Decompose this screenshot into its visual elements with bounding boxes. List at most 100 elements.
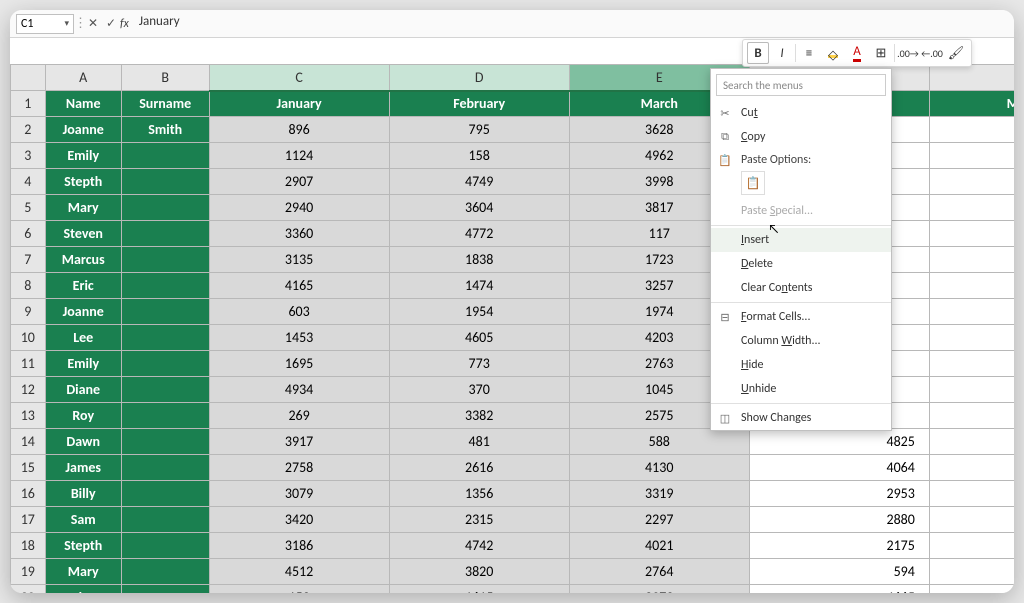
data-cell[interactable]: 525 (929, 273, 1014, 299)
name-cell[interactable]: Stepth (45, 169, 121, 195)
name-cell[interactable]: Roy (45, 403, 121, 429)
data-cell[interactable]: 153 (209, 585, 389, 594)
col-head-g[interactable]: G (929, 65, 1014, 91)
name-cell[interactable]: Glen (45, 585, 121, 594)
name-cell[interactable]: Mary (45, 195, 121, 221)
name-cell[interactable]: Dawn (45, 429, 121, 455)
data-cell[interactable]: 4021 (569, 533, 749, 559)
data-cell[interactable]: 773 (389, 351, 569, 377)
header-surname[interactable]: Surname (121, 91, 209, 117)
data-cell[interactable]: 2565 (929, 299, 1014, 325)
row-head[interactable]: 6 (11, 221, 46, 247)
ctx-format-cells[interactable]: ⊟Format Cells... (711, 305, 891, 329)
data-cell[interactable]: 2880 (749, 507, 929, 533)
fx-icon[interactable]: fx (120, 17, 129, 31)
data-cell[interactable]: 1453 (209, 325, 389, 351)
data-cell[interactable]: 896 (209, 117, 389, 143)
data-cell[interactable]: 4984 (929, 325, 1014, 351)
data-cell[interactable]: 3124 (929, 455, 1014, 481)
data-cell[interactable]: 3079 (209, 481, 389, 507)
data-cell[interactable]: 2315 (389, 507, 569, 533)
data-cell[interactable]: 2175 (749, 533, 929, 559)
surname-cell[interactable] (121, 247, 209, 273)
data-cell[interactable]: 4749 (389, 169, 569, 195)
data-cell[interactable]: 2491 (929, 247, 1014, 273)
surname-cell[interactable] (121, 429, 209, 455)
surname-cell[interactable] (121, 507, 209, 533)
format-painter-button[interactable]: 🖌 (945, 42, 967, 64)
formula-input[interactable]: January (135, 14, 1008, 34)
data-cell[interactable]: 4064 (749, 455, 929, 481)
surname-cell[interactable]: Smith (121, 117, 209, 143)
decimal-dec-button[interactable]: ←.00 (921, 42, 943, 64)
row-head[interactable]: 12 (11, 377, 46, 403)
surname-cell[interactable] (121, 377, 209, 403)
surname-cell[interactable] (121, 533, 209, 559)
row-head[interactable]: 20 (11, 585, 46, 594)
data-cell[interactable]: 658 (929, 481, 1014, 507)
data-cell[interactable]: 1695 (209, 351, 389, 377)
row-head[interactable]: 19 (11, 559, 46, 585)
cancel-formula-icon[interactable]: ✕ (84, 16, 102, 31)
data-cell[interactable]: 4947 (929, 559, 1014, 585)
name-box[interactable]: C1 ▾ (16, 14, 74, 34)
name-cell[interactable]: Diane (45, 377, 121, 403)
surname-cell[interactable] (121, 221, 209, 247)
ctx-unhide[interactable]: Unhide (711, 377, 891, 401)
context-menu-search[interactable]: Search the menus (716, 74, 886, 96)
surname-cell[interactable] (121, 273, 209, 299)
surname-cell[interactable] (121, 169, 209, 195)
surname-cell[interactable] (121, 585, 209, 594)
header-feb[interactable]: February (389, 91, 569, 117)
name-cell[interactable]: Lee (45, 325, 121, 351)
name-cell[interactable]: Stepth (45, 533, 121, 559)
data-cell[interactable]: 3604 (389, 195, 569, 221)
data-cell[interactable]: 269 (209, 403, 389, 429)
col-head-b[interactable]: B (121, 65, 209, 91)
header-may[interactable]: May (929, 91, 1014, 117)
data-cell[interactable]: 3420 (209, 507, 389, 533)
data-cell[interactable]: 4286 (929, 533, 1014, 559)
row-head[interactable]: 8 (11, 273, 46, 299)
font-color-button[interactable]: A (846, 42, 868, 64)
ctx-hide[interactable]: Hide (711, 353, 891, 377)
ctx-clear-contents[interactable]: Clear Contents (711, 276, 891, 300)
data-cell[interactable]: 1838 (389, 247, 569, 273)
data-cell[interactable]: 3135 (209, 247, 389, 273)
header-jan[interactable]: January (209, 91, 389, 117)
surname-cell[interactable] (121, 351, 209, 377)
ctx-insert[interactable]: Insert (711, 228, 891, 252)
name-cell[interactable]: Joanne (45, 117, 121, 143)
data-cell[interactable]: 4869 (929, 117, 1014, 143)
data-cell[interactable]: 1954 (389, 299, 569, 325)
borders-button[interactable]: ⊞ (870, 42, 892, 64)
ctx-copy[interactable]: ⧉Copy (711, 125, 891, 149)
data-cell[interactable]: 2953 (749, 481, 929, 507)
data-cell[interactable]: 2318 (929, 429, 1014, 455)
name-cell[interactable]: James (45, 455, 121, 481)
data-cell[interactable]: 2758 (209, 455, 389, 481)
data-cell[interactable]: 4934 (209, 377, 389, 403)
ctx-delete[interactable]: Delete (711, 252, 891, 276)
ctx-paste-btn[interactable]: 📋 (741, 171, 765, 195)
data-cell[interactable]: 1124 (209, 143, 389, 169)
data-cell[interactable]: 4665 (749, 585, 929, 594)
data-cell[interactable]: 4290 (929, 507, 1014, 533)
col-head-c[interactable]: C (209, 65, 389, 91)
data-cell[interactable]: 4772 (389, 221, 569, 247)
name-cell[interactable]: Billy (45, 481, 121, 507)
row-head[interactable]: 9 (11, 299, 46, 325)
name-cell[interactable]: Sam (45, 507, 121, 533)
name-cell[interactable]: Emily (45, 143, 121, 169)
select-all-corner[interactable] (11, 65, 46, 91)
name-cell[interactable]: Steven (45, 221, 121, 247)
row-head[interactable]: 17 (11, 507, 46, 533)
row-head[interactable]: 4 (11, 169, 46, 195)
data-cell[interactable]: 3360 (209, 221, 389, 247)
data-cell[interactable]: 1356 (389, 481, 569, 507)
data-cell[interactable]: 603 (209, 299, 389, 325)
data-cell[interactable]: 2969 (929, 221, 1014, 247)
surname-cell[interactable] (121, 481, 209, 507)
data-cell[interactable]: 370 (389, 377, 569, 403)
data-cell[interactable]: 2907 (209, 169, 389, 195)
